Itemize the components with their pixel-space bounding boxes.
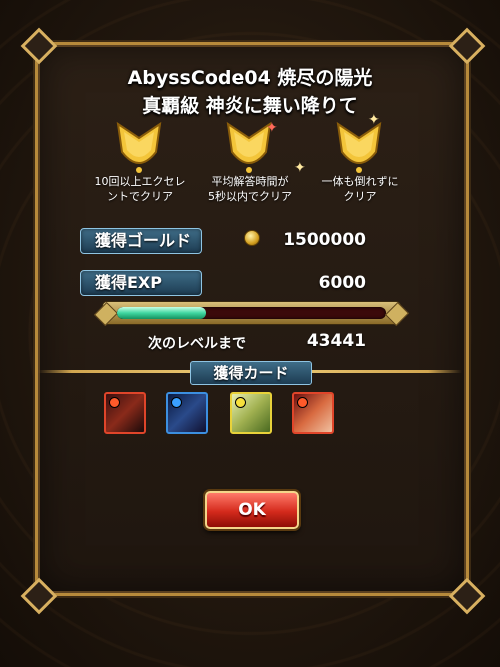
thunder-orb-icon <box>235 397 246 408</box>
dungeon-title: AbyssCode04 焼尽の陽光 <box>127 67 373 89</box>
next-level-label: 次のレベルまで <box>148 336 246 352</box>
sparkle-icon: ✦ <box>266 120 278 136</box>
fire-orb-icon <box>109 397 120 408</box>
gold-crown-medal-icon <box>112 118 166 176</box>
stage-title: 真覇級 神炎に舞い降りて <box>142 95 358 117</box>
exp-value: 6000 <box>318 273 366 293</box>
water-orb-icon <box>171 397 182 408</box>
gold-label: 獲得ゴールド <box>80 228 202 254</box>
medal-label-speed: 平均解答時間が 5秒以内でクリア <box>208 175 292 203</box>
exp-track <box>117 307 386 319</box>
card-dark-beast[interactable] <box>104 392 146 434</box>
exp-progress-bar <box>93 301 410 327</box>
gold-value: 1500000 <box>283 230 366 250</box>
exp-label: 獲得EXP <box>80 270 202 296</box>
gold-coin-icon <box>244 230 260 246</box>
card-blue-dragon[interactable] <box>166 392 208 434</box>
cards-section-title: 獲得カード <box>190 361 312 385</box>
ok-button[interactable]: OK <box>205 491 299 529</box>
card-fire-priestess[interactable] <box>292 392 334 434</box>
medal-label-no-deaths: 一体も倒れずに クリア <box>321 175 399 203</box>
next-level-value: 43441 <box>306 331 366 351</box>
medal-label-excellent: 10回以上エクセレ ントでクリア <box>94 175 186 203</box>
card-light-mech[interactable] <box>230 392 272 434</box>
sparkle-icon: ✦ <box>368 112 380 128</box>
fire-orb-icon <box>297 397 308 408</box>
exp-fill <box>117 307 206 319</box>
